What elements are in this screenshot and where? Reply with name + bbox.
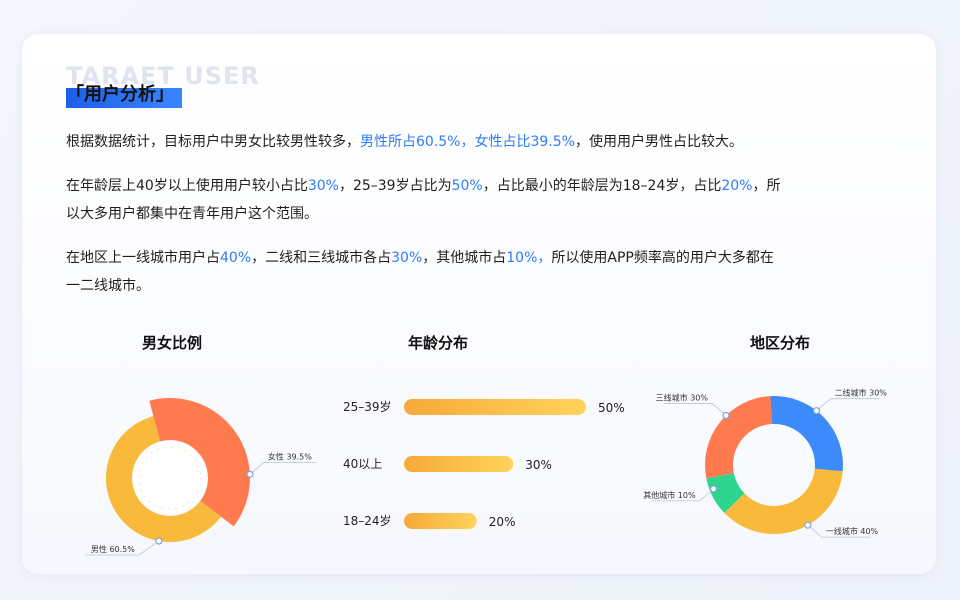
paragraph-text: ，占比最小的年龄层为18–24岁，占比 — [482, 178, 722, 194]
gender-callout-dot-1 — [246, 470, 254, 478]
highlighted-stat: 20% — [721, 178, 753, 194]
paragraph-text: 根据数据统计，目标用户中男女比较男性较多， — [66, 134, 360, 150]
region-slice-label-3: 三线城市 30% — [656, 392, 709, 402]
age-chart-title: 年龄分布 — [407, 334, 468, 352]
age-bar-category-label-2: 18–24岁 — [343, 513, 392, 528]
age-bar-value-label-1: 30% — [525, 458, 552, 472]
paragraph-text: 在年龄层上40岁以上使用用户较小占比 — [66, 178, 308, 194]
age-bar-value-label-2: 20% — [489, 515, 516, 529]
region-chart-title: 地区分布 — [749, 334, 810, 352]
paragraph-text: ，其他城市占 — [422, 250, 507, 266]
age-bar-category-label-0: 25–39岁 — [343, 399, 392, 414]
region-slice-label-1: 一线城市 40% — [826, 526, 879, 536]
paragraph-text: ，25–39岁占比为 — [338, 178, 452, 194]
gender-slice-label-0: 男性 60.5% — [91, 544, 135, 554]
page-title: 「用户分析」 — [66, 84, 174, 105]
age-summary-paragraph: 在年龄层上40岁以上使用用户较小占比30%，25–39岁占比为50%，占比最小的… — [66, 172, 786, 228]
highlighted-stat: 男性所占60.5%，女性占比39.5% — [360, 134, 575, 150]
gender-pie-chart: 女性 39.5% 男性 60.5% — [84, 398, 316, 556]
highlighted-stat: 10%， — [506, 250, 552, 266]
age-bar-chart: 25–39岁 50% 40以上 30% 18–24岁 20% — [343, 399, 625, 529]
region-slice-label-0: 二线城市 30% — [835, 388, 888, 398]
age-bar-1 — [404, 456, 514, 472]
region-donut-slice-二线城市 — [770, 396, 843, 472]
paragraph-text: 在地区上一线城市用户占 — [66, 250, 220, 266]
region-leader-line-0 — [816, 398, 879, 411]
gender-leader-line-1 — [249, 461, 316, 475]
region-donut-slice-三线城市 — [705, 396, 772, 479]
region-slice-label-2: 其他城市 10% — [643, 490, 696, 500]
gender-chart-title: 男女比例 — [141, 334, 202, 352]
highlighted-stat: 40% — [220, 250, 252, 266]
region-summary-paragraph: 在地区上一线城市用户占40%，二线和三线城市各占30%，其他城市占10%，所以使… — [66, 244, 786, 300]
region-callout-dot-0 — [812, 407, 821, 415]
highlighted-stat: 30% — [307, 178, 339, 194]
paragraph-text: ，二线和三线城市各占 — [251, 250, 392, 266]
region-donut-chart: 二线城市 30% 一线城市 40% 其他城市 10% 三线城市 30% — [643, 388, 888, 538]
region-callout-dot-2 — [709, 485, 718, 493]
region-leader-line-3 — [663, 403, 727, 416]
region-donut-slice-一线城市 — [724, 468, 843, 534]
region-callout-dot-3 — [722, 411, 730, 420]
paragraph-text: ，使用用户男性占比较大。 — [574, 134, 743, 150]
age-bar-category-label-1: 40以上 — [343, 457, 382, 471]
gender-slice-label-1: 女性 39.5% — [268, 451, 312, 461]
gender-pie-center — [133, 441, 207, 515]
age-bar-value-label-0: 50% — [598, 401, 625, 415]
gender-summary-paragraph: 根据数据统计，目标用户中男女比较男性较多，男性所占60.5%，女性占比39.5%… — [66, 128, 786, 156]
highlighted-stat: 50% — [451, 178, 483, 194]
highlighted-stat: 30% — [391, 250, 423, 266]
age-bar-0 — [404, 399, 586, 415]
age-bar-2 — [404, 513, 477, 529]
region-callout-dot-1 — [804, 521, 812, 529]
gender-callout-dot-0 — [155, 537, 163, 545]
